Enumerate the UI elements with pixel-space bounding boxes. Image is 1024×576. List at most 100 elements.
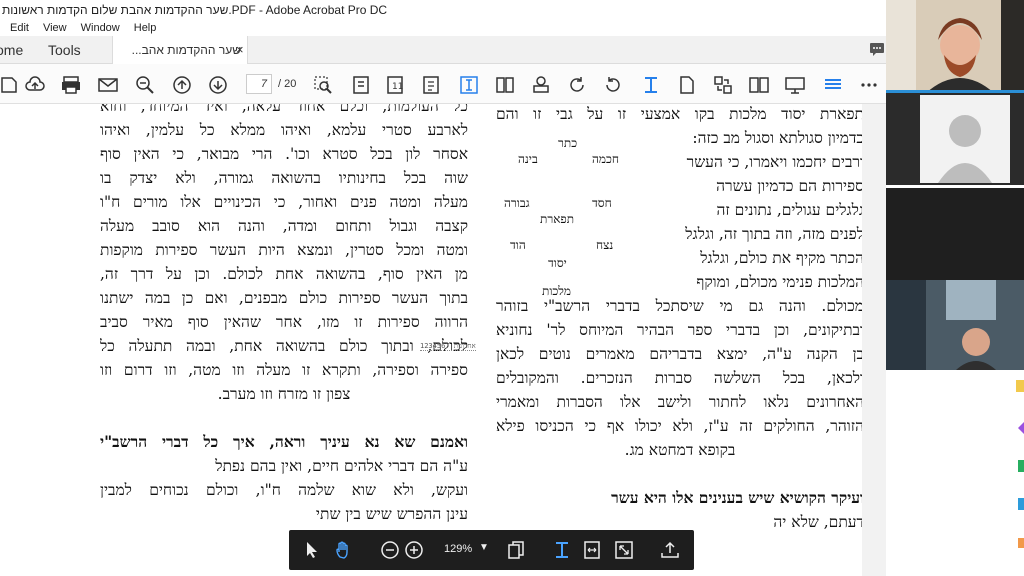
main-toolbar: 7 / 20 11	[0, 64, 886, 104]
print-icon[interactable]	[60, 74, 82, 96]
text-line: ולכאן, בכל השלשה סברות הנזכרים. והמקובלי…	[496, 369, 864, 387]
sefira-netzach: נצח	[596, 238, 614, 252]
page-display-icon[interactable]: 11	[384, 74, 406, 96]
zoom-search-icon[interactable]	[134, 74, 156, 96]
compare-icon[interactable]	[712, 74, 734, 96]
tab-document[interactable]: שער ההקדמות אהב...	[112, 36, 248, 64]
text-line: בקופא דמחטא מג.	[624, 441, 736, 459]
page-total-label: / 20	[278, 78, 297, 90]
email-icon[interactable]	[97, 74, 119, 96]
sefira-keter: כתר	[558, 136, 578, 150]
acrobat-window: שער ההקדמות אהבת שלום הקדמות ראשונות.PDF…	[0, 0, 1024, 576]
fit-page-icon[interactable]	[350, 74, 372, 96]
text-select-tool-icon[interactable]	[640, 74, 662, 96]
rotate-clockwise-icon[interactable]	[566, 74, 588, 96]
page-stamp: אחרונות 1234567	[420, 342, 476, 351]
reading-mode-icon[interactable]	[822, 74, 844, 96]
video-tile-participant-2[interactable]	[886, 93, 1024, 185]
save-icon[interactable]	[0, 74, 22, 96]
zoom-in-icon[interactable]	[403, 539, 425, 561]
tab-tools[interactable]: Tools	[48, 42, 81, 58]
text-line: בתוך העשר ספירות כולם מבפנים, ואם כן במה…	[100, 289, 468, 307]
participant-video-image	[886, 0, 1024, 93]
text-line: ובתיקונים, וכן בדברי ספר הבהיר המיוחס לר…	[496, 321, 864, 339]
floating-toolbar: 129% ▼	[289, 530, 694, 570]
text-line: מעלה ומטה פנים ואחור, כי הכינויים אלו מו…	[100, 193, 468, 211]
two-page-view-icon[interactable]	[748, 74, 770, 96]
full-screen-icon[interactable]	[613, 539, 635, 561]
text-line: לכולם, ובתוך כולם בהשואה אחת, ובמה תתעלה…	[100, 337, 468, 355]
upload-cloud-icon[interactable]	[24, 74, 46, 96]
text-line: ועקש, ולא שוא שלמה ח"ו, וכולם נכוחים למב…	[100, 481, 468, 499]
tab-home[interactable]: ome	[0, 42, 23, 58]
text-line: צפון זו מזרח וזו מערב.	[217, 385, 351, 403]
stamp-icon[interactable]	[530, 74, 552, 96]
window-title: שער ההקדמות אהבת שלום הקדמות ראשונות.PDF…	[0, 0, 886, 20]
avatar-placeholder-icon	[920, 95, 1010, 183]
share-upload-icon[interactable]	[659, 539, 681, 561]
text-line: עינן ההפרש שיש בין שתי	[315, 505, 468, 523]
more-options-icon[interactable]	[858, 74, 880, 96]
pdf-page: כל העולמות, וכלם אחוד עלאה, ואיד המיוחד,…	[0, 104, 864, 576]
text-line: האחרונים נלאו לחתור ולישב אלו הסברות ומא…	[496, 393, 864, 411]
video-tile-participant-3[interactable]	[886, 188, 1024, 280]
hand-tool-icon[interactable]	[333, 539, 355, 561]
tab-bar: ome Tools שער ההקדמות אהב... ×	[0, 36, 886, 64]
text-line: אסחר לון בכל סטרא וכו'. הרי מבואר, כי הא…	[100, 145, 468, 163]
sefira-yesod: יסוד	[548, 256, 567, 270]
zoom-level[interactable]: 129%	[444, 543, 472, 555]
text-line: ע"ה הם דברי אלהים חיים, ואין בהם נפתל	[215, 457, 468, 475]
text-line: תפארת יסוד מלכות בקו אמצעי זו על גבי זו …	[496, 105, 864, 123]
zoom-out-icon[interactable]	[379, 539, 401, 561]
paragraph-opening-line: ואמנם שא נא עיניך וראה, איך כל דברי הרשב…	[100, 432, 468, 451]
zoom-dropdown-icon[interactable]: ▼	[479, 542, 489, 553]
page-number-input[interactable]: 7	[246, 74, 272, 94]
rotate-counterclockwise-icon[interactable]	[602, 74, 624, 96]
sefira-hod: הוד	[510, 238, 526, 252]
text-line: בן הקנה ע"ה, ימצא בדבריהם מאמרים נוטים ל…	[496, 345, 864, 363]
text-line: ומטה ומכל סטרין, ונמצא היות העשר ספירות …	[100, 241, 468, 259]
video-call-panel	[886, 0, 1024, 576]
comment-icon[interactable]	[868, 40, 886, 58]
page-up-icon[interactable]	[171, 74, 193, 96]
participant-video-image	[886, 280, 1024, 370]
page-copy-icon[interactable]	[505, 539, 527, 561]
video-tile-participant-1[interactable]	[886, 0, 1024, 93]
menu-edit[interactable]: Edit	[10, 22, 29, 34]
text-line: מן האין סוף, בהשואה אחת לכולם. וכן על דר…	[100, 265, 468, 283]
text-line: שוה בכל בחינותיו בהשואה גמורה, ולא יצדק …	[100, 169, 468, 187]
paragraph-opening-line: ועיקר הקושיא שיש בענינים אלו היא עשר	[611, 488, 864, 507]
sefira-chochma: חכמה	[592, 152, 619, 166]
menu-view[interactable]: View	[43, 22, 67, 34]
page-down-icon[interactable]	[207, 74, 229, 96]
text-line: הזוהר, החולקים זה ע"ז, ולא יכולו אף כי ה…	[496, 417, 864, 435]
edit-page-icon[interactable]	[420, 74, 442, 96]
video-tile-participant-4[interactable]	[886, 280, 1024, 370]
text-line: הרווה ספירות זו מזו, אחר שהאין סוף מאיר …	[100, 313, 468, 331]
vertical-scrollbar[interactable]	[862, 104, 886, 576]
select-text-icon[interactable]	[458, 74, 480, 96]
present-icon[interactable]	[784, 74, 806, 96]
document-viewport[interactable]: כל העולמות, וכלם אחוד עלאה, ואיד המיוחד,…	[0, 104, 886, 576]
menu-help[interactable]: Help	[134, 22, 157, 34]
text-line: כל העולמות, וכלם אחוד עלאה, ואיד המיוחד,…	[100, 104, 468, 115]
marquee-zoom-icon[interactable]	[312, 74, 334, 96]
text-select-tool-icon[interactable]	[551, 539, 573, 561]
menu-window[interactable]: Window	[81, 22, 120, 34]
sefira-chesed: חסד	[592, 196, 612, 210]
fit-width-icon[interactable]	[581, 539, 603, 561]
text-line: קצבה וגבול ותחום ומדה, והנה הוא סובב מעל…	[100, 217, 468, 235]
document-icon[interactable]	[676, 74, 698, 96]
text-line: לארבע סטרי עלמא, ואיהו ממלא כל עלמין, וא…	[100, 121, 468, 139]
svg-text:11: 11	[392, 82, 403, 92]
organize-pages-icon[interactable]	[494, 74, 516, 96]
right-edge-tool-icons[interactable]	[1012, 380, 1024, 576]
select-cursor-icon[interactable]	[301, 539, 323, 561]
sefira-gevura: גבורה	[504, 196, 530, 210]
sefira-malchut: מלכות	[542, 284, 571, 298]
sefira-tiferet: תפארת	[540, 212, 575, 226]
tab-close-icon[interactable]: ×	[236, 42, 244, 57]
menu-bar: Edit View Window Help	[0, 20, 886, 36]
